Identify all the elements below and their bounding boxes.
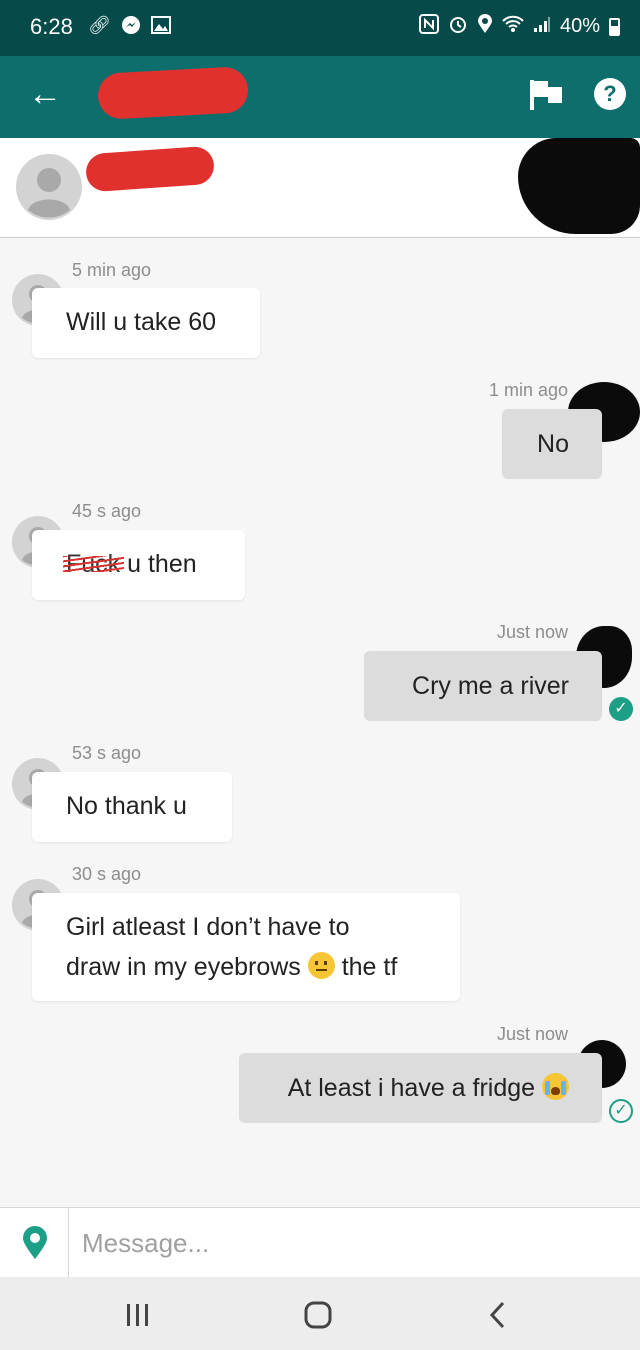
message-input[interactable] [82,1220,612,1266]
system-nav-bar [0,1277,640,1350]
name-redaction [84,145,216,193]
app-bar: ← ? [0,56,640,138]
arrow-left-icon[interactable]: ← [28,74,62,114]
message-timestamp: 45 s ago [72,501,142,521]
status-time: 6:28 [30,14,73,39]
back-nav-icon[interactable] [478,1295,518,1335]
location-icon [477,14,493,39]
link-icon: 🔗︎ [88,15,111,35]
battery-icon [609,17,620,36]
message-text: draw in my eyebrows [66,953,308,981]
avatar[interactable] [16,154,82,220]
signal-icon [533,15,551,38]
incoming-message-bubble[interactable]: No thank u [32,772,232,842]
outgoing-message-bubble[interactable]: Cry me a river [364,651,602,721]
incoming-message-bubble[interactable]: Will u take 60 [32,288,260,358]
help-icon[interactable]: ? [594,78,626,110]
message-timestamp: Just now [496,1024,568,1044]
home-icon[interactable] [298,1295,338,1335]
message-timestamp: 5 min ago [72,260,152,280]
outgoing-message-bubble[interactable]: No [502,409,602,479]
scribbled-word: Fuck [66,550,121,578]
alarm-icon [448,14,468,39]
message-text: Will u take 60 [66,308,217,336]
message-text: u then [120,550,197,578]
listing-image-redaction [518,138,640,234]
wifi-icon [502,15,524,38]
flag-icon[interactable] [528,78,564,117]
message-composer [0,1207,640,1278]
message-text: No thank u [66,792,187,820]
message-text: the tf [334,953,398,981]
message-text-line: Girl atleast I don’t have to [66,913,350,941]
delivered-check-icon: ✓ [609,1099,633,1123]
crying-face-emoji-icon [542,1073,569,1100]
outgoing-message-bubble[interactable]: At least i have a fridge [239,1053,602,1123]
profile-header[interactable] [0,138,640,238]
messenger-icon [121,15,141,40]
message-timestamp: 1 min ago [488,380,568,400]
divider [68,1208,69,1278]
recent-apps-icon[interactable] [118,1295,158,1335]
read-check-icon: ✓ [609,697,633,721]
status-bar: 6:28 🔗︎ 40% [0,0,640,56]
name-redaction [96,66,250,120]
message-text-line: draw in my eyebrows the tf [66,947,427,987]
message-timestamp: 30 s ago [72,864,142,884]
incoming-message-bubble[interactable]: Fuck u then [32,530,245,600]
incoming-message-bubble[interactable]: Girl atleast I don’t have to draw in my … [32,893,460,1001]
message-text: No [537,430,569,458]
battery-percent: 40% [559,15,600,37]
message-timestamp: 53 s ago [72,743,142,763]
message-text: Cry me a river [412,672,569,700]
message-timestamp: Just now [496,622,568,642]
message-text: At least i have a fridge [287,1074,542,1102]
location-pin-icon[interactable] [21,1226,49,1265]
nfc-icon [418,14,439,39]
neutral-face-emoji-icon [307,952,335,979]
gallery-icon [150,15,171,40]
